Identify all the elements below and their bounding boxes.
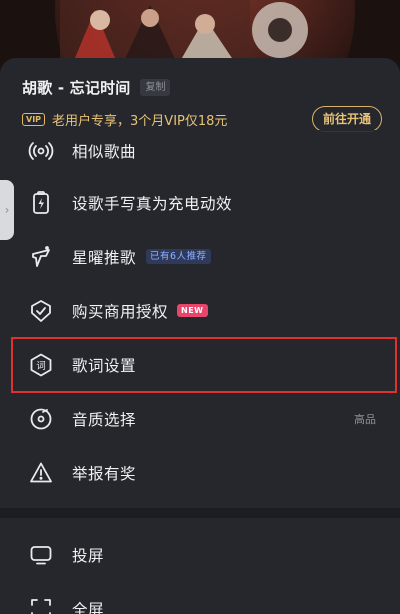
- song-title: 胡歌 - 忘记时间: [22, 78, 131, 97]
- lyrics-icon: 词: [28, 352, 54, 378]
- side-drawer-handle[interactable]: ›: [0, 180, 14, 240]
- more-options-sheet: 胡歌 - 忘记时间 复制 VIP 老用户专享，3个月VIP仅18元 前往开通 相…: [0, 58, 400, 614]
- svg-text:词: 词: [36, 361, 46, 372]
- menu-item-label: 设歌手写真为充电动效: [72, 195, 233, 213]
- menu-item-label-text: 购买商用授权: [72, 303, 169, 321]
- menu-item-label: 星曜推歌 已有6人推荐: [72, 246, 211, 268]
- disc-icon: [28, 406, 54, 432]
- recommend-count-tag: 已有6人推荐: [146, 249, 211, 264]
- menu-item-lyrics-settings[interactable]: 词 歌词设置: [0, 338, 400, 392]
- menu-item-similar-songs[interactable]: 相似歌曲: [0, 124, 400, 178]
- star-recommend-icon: [28, 244, 54, 270]
- radio-wave-icon: [28, 138, 54, 164]
- menu-item-label: 音质选择: [72, 411, 137, 429]
- menu-item-cast[interactable]: 投屏: [0, 528, 400, 582]
- battery-charge-icon: [28, 190, 54, 216]
- song-header: 胡歌 - 忘记时间 复制: [22, 75, 378, 99]
- menu-item-label-text: 星曜推歌: [72, 249, 137, 267]
- menu-item-label: 投屏: [72, 547, 105, 565]
- menu-item-sound-quality[interactable]: 音质选择 高品: [0, 392, 400, 446]
- sound-quality-value: 高品: [354, 413, 376, 426]
- menu-item-star-recommend[interactable]: 星曜推歌 已有6人推荐: [0, 230, 400, 284]
- menu-item-report[interactable]: 举报有奖: [0, 446, 400, 500]
- menu-item-label: 相似歌曲: [72, 143, 137, 161]
- menu-item-label: 全屏: [72, 601, 105, 614]
- shield-check-icon: [28, 298, 54, 324]
- new-badge: NEW: [177, 304, 208, 317]
- warning-icon: [28, 460, 54, 486]
- cast-screen-icon: [28, 542, 54, 568]
- menu-item-charge-animation[interactable]: 设歌手写真为充电动效: [0, 176, 400, 230]
- menu-item-label: 购买商用授权 NEW: [72, 300, 208, 322]
- chevron-right-icon: ›: [4, 203, 10, 217]
- menu-item-label: 举报有奖: [72, 465, 137, 483]
- fullscreen-icon: [28, 596, 54, 614]
- copy-button[interactable]: 复制: [140, 78, 171, 96]
- menu-item-fullscreen[interactable]: 全屏: [0, 582, 400, 614]
- menu-item-buy-license[interactable]: 购买商用授权 NEW: [0, 284, 400, 338]
- menu-item-label: 歌词设置: [72, 357, 137, 375]
- section-divider: [0, 508, 400, 518]
